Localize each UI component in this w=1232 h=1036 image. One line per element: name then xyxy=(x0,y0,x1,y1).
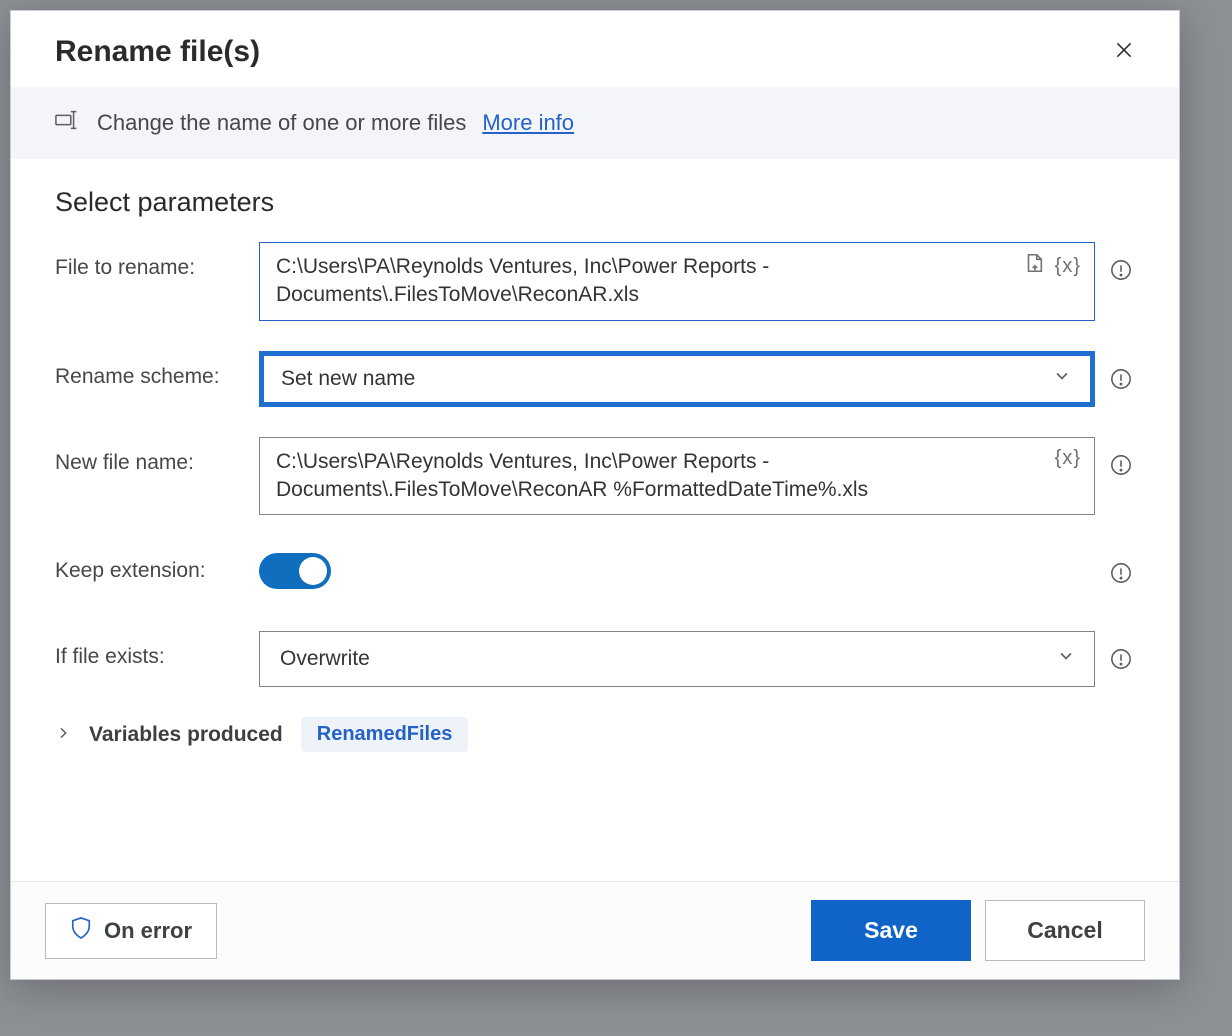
on-error-button[interactable]: On error xyxy=(45,903,217,959)
dialog-title: Rename file(s) xyxy=(55,35,260,69)
select-rename-scheme[interactable]: Set new name xyxy=(259,351,1095,407)
row-new-file-name: New file name: {x} xyxy=(55,437,1135,516)
select-if-file-exists[interactable]: Overwrite xyxy=(259,631,1095,687)
variables-produced-row: Variables produced RenamedFiles xyxy=(55,717,1135,752)
rename-action-icon xyxy=(55,109,81,137)
label-file-to-rename: File to rename: xyxy=(55,242,241,280)
help-keep-extension[interactable] xyxy=(1107,545,1135,601)
help-if-file-exists[interactable] xyxy=(1107,631,1135,687)
label-new-file-name: New file name: xyxy=(55,437,241,475)
input-new-file-name[interactable] xyxy=(259,437,1095,516)
variables-produced-label: Variables produced xyxy=(89,723,283,747)
dialog-body: Select parameters File to rename: {x} xyxy=(11,159,1179,881)
chevron-right-icon xyxy=(55,723,71,747)
info-text: Change the name of one or more files xyxy=(97,110,466,136)
save-button[interactable]: Save xyxy=(811,900,971,961)
section-heading: Select parameters xyxy=(55,187,1135,218)
shield-icon xyxy=(70,916,92,946)
dialog-titlebar: Rename file(s) xyxy=(11,11,1179,87)
insert-variable-icon[interactable]: {x} xyxy=(1055,447,1081,470)
chevron-down-icon xyxy=(1056,646,1076,672)
cancel-button[interactable]: Cancel xyxy=(985,900,1145,961)
variable-chip-renamedfiles[interactable]: RenamedFiles xyxy=(301,717,469,752)
select-rename-scheme-value: Set new name xyxy=(281,367,415,391)
select-if-file-exists-value: Overwrite xyxy=(280,647,370,671)
row-file-to-rename: File to rename: {x} xyxy=(55,242,1135,321)
row-rename-scheme: Rename scheme: Set new name xyxy=(55,351,1135,407)
close-icon xyxy=(1114,40,1134,65)
help-file-to-rename[interactable] xyxy=(1107,242,1135,298)
on-error-label: On error xyxy=(104,918,192,944)
variables-disclosure[interactable] xyxy=(55,723,71,747)
label-rename-scheme: Rename scheme: xyxy=(55,351,241,389)
close-button[interactable] xyxy=(1107,35,1141,69)
info-bar: Change the name of one or more files Mor… xyxy=(11,87,1179,159)
row-if-file-exists: If file exists: Overwrite xyxy=(55,631,1135,687)
help-rename-scheme[interactable] xyxy=(1107,351,1135,407)
rename-files-dialog: Rename file(s) Change the name of one or… xyxy=(10,10,1180,980)
label-keep-extension: Keep extension: xyxy=(55,545,241,583)
input-file-to-rename[interactable] xyxy=(259,242,1095,321)
chevron-down-icon xyxy=(1052,366,1072,392)
row-keep-extension: Keep extension: xyxy=(55,545,1135,601)
input-tools: {x} xyxy=(1023,252,1081,280)
label-if-file-exists: If file exists: xyxy=(55,631,241,669)
file-picker-icon[interactable] xyxy=(1023,252,1045,280)
input-tools-new-name: {x} xyxy=(1055,447,1081,470)
help-new-file-name[interactable] xyxy=(1107,437,1135,493)
toggle-knob xyxy=(299,557,327,585)
dialog-footer: On error Save Cancel xyxy=(11,881,1179,979)
more-info-link[interactable]: More info xyxy=(482,110,574,136)
toggle-keep-extension[interactable] xyxy=(259,553,331,589)
insert-variable-icon[interactable]: {x} xyxy=(1055,255,1081,278)
